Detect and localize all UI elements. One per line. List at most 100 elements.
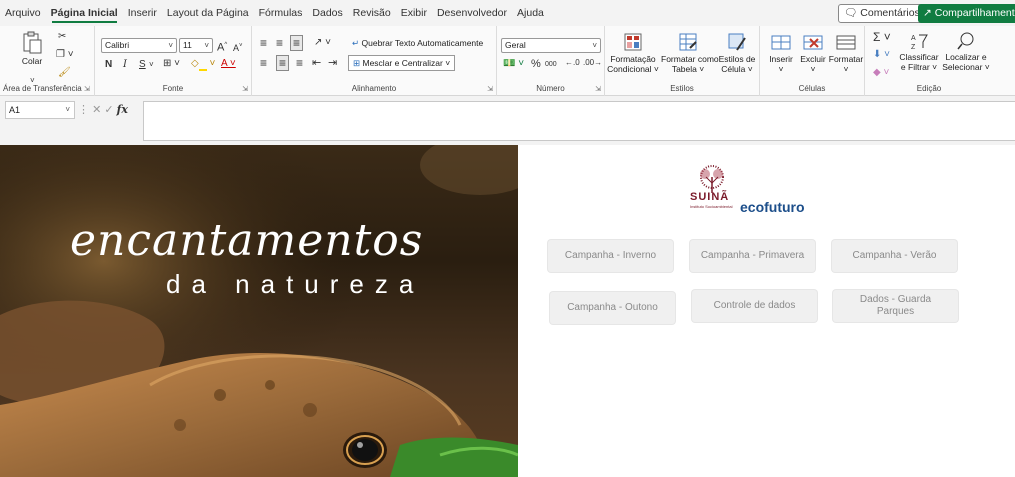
sort-filter-icon: A Z (911, 34, 928, 50)
conditional-formatting-icon (624, 33, 642, 51)
sort-filter-button[interactable]: A Z Classificar e Filtrar ˅ (899, 32, 939, 72)
format-painter-icon[interactable]: 🖌 (58, 66, 71, 80)
cell-styles-icon (728, 33, 746, 51)
name-box[interactable]: A1 ˅ (5, 101, 75, 119)
delete-label: Excluir (800, 54, 826, 64)
tab-ajuda[interactable]: Ajuda (512, 0, 549, 26)
cell-ref-value: A1 (9, 105, 21, 115)
decrease-indent-icon[interactable]: ⇤ (312, 56, 321, 70)
insert-cells-button[interactable]: Inserir ˅ (766, 32, 796, 74)
font-color-icon[interactable]: A ˅ (221, 57, 236, 71)
chevron-down-icon: ˅ (65, 105, 70, 114)
shrink-font-button[interactable]: A˅ (233, 39, 243, 55)
banner-title-script: encantamentos (70, 215, 424, 266)
font-group-label: Fonte (162, 84, 184, 93)
dados-guarda-parques-button[interactable]: Dados - Guarda Parques (833, 290, 958, 322)
find-select-label-1: Localizar e (945, 52, 987, 62)
sort-filter-label-2: e Filtrar ˅ (900, 62, 938, 72)
format-as-table-icon (679, 33, 697, 51)
styles-group: Formatação Condicional ˅ Formatar como T… (605, 26, 760, 96)
svg-text:Z: Z (911, 44, 916, 50)
clear-icon[interactable]: ◆ ˅ (873, 66, 889, 80)
align-right-icon[interactable]: ≡ (296, 56, 303, 70)
grow-font-button[interactable]: A^ (217, 38, 227, 55)
increase-decimal-icon[interactable]: ←.0 (565, 56, 580, 70)
delete-cells-button[interactable]: Excluir ˅ (798, 32, 828, 74)
campanha-verao-button[interactable]: Campanha - Verão (832, 240, 957, 272)
underline-caret-icon[interactable]: ˅ (149, 58, 154, 72)
align-left-icon[interactable]: ≡ (260, 56, 267, 70)
paste-button[interactable]: Colar (18, 30, 46, 66)
fill-color-icon[interactable]: ◇ ˅ (191, 57, 215, 71)
bold-button[interactable]: N (105, 58, 112, 72)
underline-button[interactable]: S (139, 58, 146, 72)
cell-styles-button[interactable]: Estilos de Célula ˅ (717, 32, 757, 74)
cells-group: Inserir ˅ Excluir ˅ Formatar ˅ Células (760, 26, 865, 96)
tab-inserir[interactable]: Inserir (123, 0, 162, 26)
tab-pagina-inicial[interactable]: Página Inicial (46, 0, 123, 26)
number-launcher-icon[interactable]: ⇲ (595, 85, 601, 93)
font-size-select[interactable]: 11 ˅ (179, 38, 213, 53)
comments-label: Comentários (860, 7, 920, 19)
tab-dados[interactable]: Dados (307, 0, 347, 26)
align-bottom-icon[interactable]: ≡ (290, 35, 304, 51)
format-as-table-label-2: Tabela ˅ (671, 64, 705, 74)
thousands-button[interactable]: 000 (545, 58, 557, 72)
increase-indent-icon[interactable]: ⇥ (328, 56, 337, 70)
align-center-icon[interactable]: ≡ (276, 55, 290, 71)
orientation-icon[interactable]: ↗ ˅ (314, 36, 331, 50)
cancel-icon[interactable]: ✕ (92, 104, 101, 116)
share-label: Compartilhamento (934, 7, 1015, 19)
enter-icon[interactable]: ✓ (104, 104, 113, 116)
decrease-decimal-icon[interactable]: .00→ (583, 56, 602, 70)
cell-styles-label-1: Estilos de (718, 54, 756, 64)
tab-formulas[interactable]: Fórmulas (254, 0, 308, 26)
controle-de-dados-button[interactable]: Controle de dados (692, 290, 817, 322)
cut-icon[interactable]: ✂ (58, 30, 66, 44)
font-name-select[interactable]: Calibri ˅ (101, 38, 177, 53)
ecofuturo-logo-text: ecofuturo (740, 199, 805, 215)
number-format-select[interactable]: Geral ˅ (501, 38, 601, 53)
align-top-icon[interactable]: ≡ (260, 36, 267, 50)
format-as-table-button[interactable]: Formatar como Tabela ˅ (661, 32, 719, 74)
tab-layout-da-pagina[interactable]: Layout da Página (162, 0, 254, 26)
comments-button[interactable]: 🗨 Comentários (838, 4, 926, 23)
insert-cells-icon (771, 35, 791, 50)
conditional-formatting-button[interactable]: Formatação Condicional ˅ (607, 32, 659, 74)
borders-icon[interactable]: ⊞ ˅ (163, 57, 180, 71)
fill-icon[interactable]: ⬇ ˅ (873, 48, 890, 62)
campanha-outono-button[interactable]: Campanha - Outono (550, 292, 675, 324)
chevron-down-icon: ˅ (168, 41, 173, 50)
chevron-down-icon: ˅ (445, 58, 451, 68)
tab-exibir[interactable]: Exibir (396, 0, 432, 26)
format-cells-button[interactable]: Formatar ˅ (828, 32, 864, 74)
wrap-text-button[interactable]: ↵ Quebrar Texto Automaticamente (352, 36, 483, 50)
more-icon[interactable]: ⋮ (78, 104, 89, 116)
align-middle-icon[interactable]: ≡ (276, 36, 283, 50)
tab-revisao[interactable]: Revisão (348, 0, 396, 26)
campanha-primavera-button[interactable]: Campanha - Primavera (690, 240, 815, 272)
merge-center-button[interactable]: ⊞ Mesclar e Centralizar ˅ (348, 55, 456, 71)
campanha-inverno-button[interactable]: Campanha - Inverno (548, 240, 673, 272)
share-button[interactable]: ↗ Compartilhamento (918, 4, 1015, 23)
find-select-button[interactable]: Localizar e Selecionar ˅ (941, 32, 991, 72)
percent-button[interactable]: % (531, 57, 541, 71)
italic-button[interactable]: I (123, 58, 127, 72)
autosum-icon[interactable]: Σ ˅ (873, 30, 891, 44)
font-launcher-icon[interactable]: ⇲ (242, 85, 248, 93)
currency-icon[interactable]: 💵 ˅ (503, 57, 524, 71)
clipboard-launcher-icon[interactable]: ⇲ (84, 86, 90, 93)
worksheet: encantamentos da natureza SUINÃ Institut… (0, 145, 1015, 477)
insert-label: Inserir (769, 54, 793, 64)
alignment-launcher-icon[interactable]: ⇲ (487, 85, 493, 93)
insert-function-icon[interactable]: fx (117, 103, 128, 116)
conditional-formatting-label-1: Formatação (610, 54, 656, 64)
copy-icon[interactable]: ❐ ˅ (56, 48, 74, 62)
chevron-down-icon: ˅ (592, 41, 597, 50)
tab-desenvolvedor[interactable]: Desenvolvedor (432, 0, 512, 26)
tab-arquivo[interactable]: Arquivo (0, 0, 46, 26)
merge-icon: ⊞ (353, 58, 361, 68)
svg-text:A: A (911, 35, 916, 42)
formula-input[interactable] (143, 101, 1015, 141)
find-select-label-2: Selecionar ˅ (942, 62, 990, 72)
